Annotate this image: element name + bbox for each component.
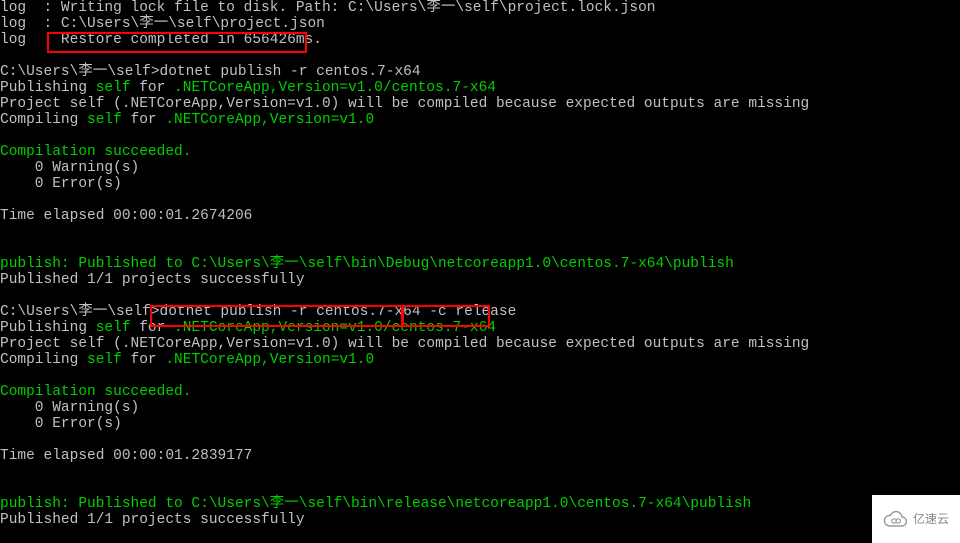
terminal-text: log : C:\Users\李一\self\project.json (0, 16, 325, 32)
terminal-line: C:\Users\李一\self>dotnet publish -r cento… (0, 64, 960, 80)
terminal-text-highlight: .NETCoreApp,Version=v1.0/centos.7-x64 (174, 320, 496, 336)
terminal-text: log : Writing lock file to disk. Path: C… (0, 0, 656, 16)
watermark: 亿速云 (872, 495, 960, 543)
terminal-line: 0 Error(s) (0, 176, 960, 192)
terminal-line: 0 Warning(s) (0, 160, 960, 176)
terminal-text-highlight: .NETCoreApp,Version=v1.0/centos.7-x64 (174, 80, 496, 96)
terminal-line: 0 Warning(s) (0, 400, 960, 416)
terminal-text: Time elapsed 00:00:01.2839177 (0, 448, 252, 464)
terminal-line: publish: Published to C:\Users\李一\self\b… (0, 256, 960, 272)
terminal-line: Compilation succeeded. (0, 144, 960, 160)
terminal-text: for (131, 80, 175, 96)
terminal-text: 0 Error(s) (0, 416, 122, 432)
terminal-line (0, 368, 960, 384)
terminal-text: Publishing (0, 320, 96, 336)
terminal-text: Time elapsed 00:00:01.2674206 (0, 208, 252, 224)
terminal-line: 0 Error(s) (0, 416, 960, 432)
terminal-text: Published 1/1 projects successfully (0, 512, 305, 528)
terminal-line (0, 224, 960, 240)
terminal-text-highlight: .NETCoreApp,Version=v1.0 (165, 112, 374, 128)
terminal-text (0, 224, 9, 240)
terminal-text: for (131, 320, 175, 336)
terminal-line (0, 48, 960, 64)
terminal-text-highlight: self (87, 352, 122, 368)
terminal-line: Project self (.NETCoreApp,Version=v1.0) … (0, 96, 960, 112)
terminal-line: log : C:\Users\李一\self\project.json (0, 16, 960, 32)
terminal-line (0, 464, 960, 480)
terminal-text: Published 1/1 projects successfully (0, 272, 305, 288)
terminal-text: for (122, 112, 166, 128)
terminal-line: Compiling self for .NETCoreApp,Version=v… (0, 112, 960, 128)
terminal-line: Compilation succeeded. (0, 384, 960, 400)
terminal-line: Published 1/1 projects successfully (0, 272, 960, 288)
terminal-text-highlight: Compilation succeeded. (0, 384, 191, 400)
terminal-line: Project self (.NETCoreApp,Version=v1.0) … (0, 336, 960, 352)
terminal-text: log : Restore completed in 656426ms. (0, 32, 322, 48)
terminal-line: publish: Published to C:\Users\李一\self\b… (0, 496, 960, 512)
terminal-text-highlight: .NETCoreApp,Version=v1.0 (165, 352, 374, 368)
terminal-line (0, 432, 960, 448)
watermark-text: 亿速云 (913, 511, 949, 527)
terminal-line: Time elapsed 00:00:01.2839177 (0, 448, 960, 464)
terminal-text-highlight: self (87, 112, 122, 128)
terminal-text: Project self (.NETCoreApp,Version=v1.0) … (0, 336, 809, 352)
terminal-line: Publishing self for .NETCoreApp,Version=… (0, 80, 960, 96)
terminal-text: for (122, 352, 166, 368)
terminal-line: log : Restore completed in 656426ms. (0, 32, 960, 48)
terminal-text: 0 Warning(s) (0, 160, 139, 176)
terminal-line: C:\Users\李一\self>dotnet publish -r cento… (0, 304, 960, 320)
terminal-line: log : Writing lock file to disk. Path: C… (0, 0, 960, 16)
terminal-line (0, 240, 960, 256)
terminal-text-highlight: self (96, 80, 131, 96)
terminal-text: Compiling (0, 352, 87, 368)
terminal-text-highlight: self (96, 320, 131, 336)
terminal-text-highlight: publish: Published to C:\Users\李一\self\b… (0, 256, 734, 272)
terminal-line (0, 288, 960, 304)
terminal-line: Published 1/1 projects successfully (0, 512, 960, 528)
terminal-line: Time elapsed 00:00:01.2674206 (0, 208, 960, 224)
terminal-text-highlight: publish: Published to C:\Users\李一\self\b… (0, 496, 751, 512)
terminal-line: Publishing self for .NETCoreApp,Version=… (0, 320, 960, 336)
cloud-icon (883, 510, 909, 528)
terminal-text: Compiling (0, 112, 87, 128)
terminal-line (0, 192, 960, 208)
terminal-text: Project self (.NETCoreApp,Version=v1.0) … (0, 96, 809, 112)
terminal-text: C:\Users\李一\self>dotnet publish -r cento… (0, 304, 516, 320)
terminal-line (0, 480, 960, 496)
terminal-text-highlight: Compilation succeeded. (0, 144, 191, 160)
terminal-text: C:\Users\李一\self>dotnet publish -r cento… (0, 64, 421, 80)
terminal-text: Publishing (0, 80, 96, 96)
terminal-line: Compiling self for .NETCoreApp,Version=v… (0, 352, 960, 368)
terminal-text (0, 464, 9, 480)
terminal-text: 0 Error(s) (0, 176, 122, 192)
terminal-text: 0 Warning(s) (0, 400, 139, 416)
terminal-line (0, 128, 960, 144)
terminal-output[interactable]: log : Writing lock file to disk. Path: C… (0, 0, 960, 528)
